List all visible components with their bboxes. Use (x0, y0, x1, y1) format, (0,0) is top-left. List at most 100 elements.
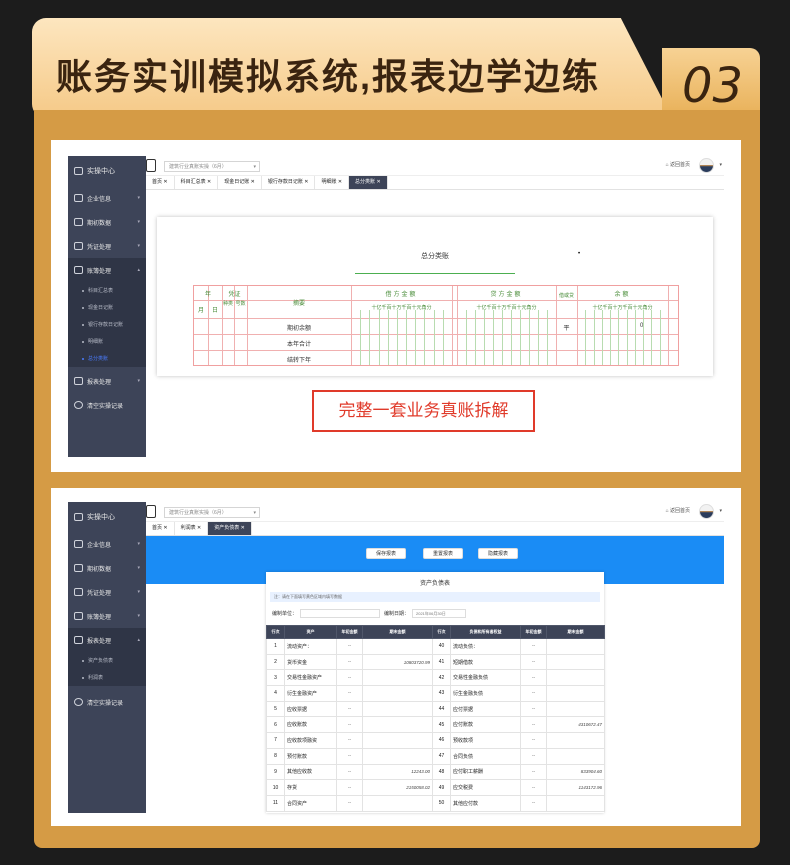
date-input[interactable]: 2021年06月30日 (412, 609, 466, 618)
sidebar-sub-item[interactable]: 现金日记账 (68, 299, 146, 316)
table-cell: -- (336, 669, 363, 687)
sidebar-sub-item[interactable]: 资产负债表 (68, 652, 146, 669)
table-cell[interactable] (362, 700, 433, 718)
sidebar-item-clear[interactable]: 清空实操记录 (68, 690, 146, 714)
table-cell: 应付票据 (450, 700, 521, 718)
table-cell: -- (520, 732, 547, 749)
ledger-direction-value: 平 (563, 326, 570, 332)
sidebar-title[interactable]: 实操中心 (68, 156, 146, 186)
sidebar-item-initial-data[interactable]: 期初数据 ▾ (68, 556, 146, 580)
table-cell[interactable]: 12243.00 (362, 763, 433, 781)
table-cell: -- (336, 653, 363, 671)
table-cell: 应收款项融资 (284, 732, 337, 749)
tab-home[interactable]: 首页 ✕ (146, 176, 175, 189)
sidebar-item-reports[interactable]: 报表处理 ▴ (68, 628, 146, 652)
tab-balance-sheet[interactable]: 资产负债表 ✕ (208, 522, 252, 535)
table-cell[interactable]: 10803720.99 (362, 653, 433, 671)
table-cell[interactable] (546, 794, 605, 812)
table-cell[interactable]: 1143172.96 (546, 779, 605, 796)
table-cell: -- (336, 700, 363, 718)
table-cell[interactable] (546, 653, 605, 671)
avatar[interactable] (699, 158, 714, 173)
sidebar-item-company[interactable]: 企业信息 ▾ (68, 186, 146, 210)
sidebar-sub-item[interactable]: 利润表 (68, 669, 146, 686)
sidebar-item-ledger[interactable]: 账簿处理 ▴ (68, 258, 146, 282)
ledger-debit-digits: 十亿千百十万千百十元角分 (371, 305, 432, 311)
ledger-row-carry-forward: 结转下年 (286, 358, 311, 364)
table-row: 3 交易性金融资产 -- 42 交易性金融负债 -- (266, 669, 605, 687)
table-cell[interactable] (362, 794, 433, 812)
table-cell[interactable] (546, 747, 605, 765)
building-icon (74, 194, 83, 202)
table-cell[interactable]: 833904.60 (546, 763, 605, 781)
table-cell[interactable] (546, 700, 605, 718)
table-row: 1 流动资产： -- 40 流动负债： -- (266, 638, 605, 655)
table-cell[interactable] (546, 638, 605, 655)
table-cell: 合同资产 (284, 794, 337, 812)
table-cell[interactable] (362, 669, 433, 687)
unit-input[interactable] (300, 609, 380, 618)
screenshot-panel-ledger: 实操中心 企业信息 ▾ 期初数据 ▾ 凭证处理 ▾ 账簿处理 ▴ 科目汇总表 现金日记账… (51, 140, 741, 472)
table-cell[interactable]: 2150058.02 (362, 779, 433, 796)
table-cell[interactable] (546, 732, 605, 749)
sidebar-title[interactable]: 实操中心 (68, 502, 146, 532)
balance-sheet: 资产负债表 注：请在下面填写黄色区域内填写数据 编制单位： 编制日期： 2021… (266, 572, 605, 813)
avatar[interactable] (699, 504, 714, 519)
chevron-down-icon[interactable]: ▾ (719, 508, 722, 514)
table-cell: -- (336, 763, 363, 781)
sidebar-item-clear[interactable]: 清空实操记录 (68, 393, 146, 417)
reset-report-button[interactable]: 重置报表 (423, 548, 463, 559)
table-row: 8 预付账款 -- 47 合同负债 -- (266, 747, 605, 765)
top-bar: 建筑行业真账实操（6月） ⌂ 返回首页 ▾ (146, 502, 724, 522)
table-cell[interactable] (546, 685, 605, 702)
company-select[interactable]: 建筑行业真账实操（6月） (164, 161, 260, 172)
banner-number: 03 (682, 58, 744, 114)
table-cell[interactable] (362, 716, 433, 734)
table-cell[interactable] (362, 747, 433, 765)
table-cell[interactable] (362, 638, 433, 655)
table-cell: -- (336, 794, 363, 812)
hide-report-button[interactable]: 隐藏报表 (478, 548, 518, 559)
tab-income-statement[interactable]: 利润表 ✕ (175, 522, 209, 535)
tab-general-ledger[interactable]: 总分类账 ✕ (349, 176, 388, 189)
unit-label: 编制单位： (272, 611, 298, 617)
sidebar-item-ledger[interactable]: 账簿处理 ▾ (68, 604, 146, 628)
check-square-icon (74, 167, 83, 175)
tab-bank-journal[interactable]: 银行存款日记账 ✕ (262, 176, 316, 189)
table-cell: 存货 (284, 779, 337, 796)
sidebar-item-initial-data[interactable]: 期初数据 ▾ (68, 210, 146, 234)
tab-detail-ledger[interactable]: 明细账 ✕ (315, 176, 350, 189)
chevron-down-icon[interactable]: ▾ (719, 162, 722, 168)
ledger-header-voucher: 凭证 (228, 292, 241, 298)
line-chart-icon (74, 377, 83, 385)
sidebar-item-company[interactable]: 企业信息 ▾ (68, 532, 146, 556)
tab-subject-summary[interactable]: 科目汇总表 ✕ (175, 176, 219, 189)
tab-home[interactable]: 首页 ✕ (146, 522, 175, 535)
table-cell[interactable] (362, 685, 433, 702)
sidebar-item-reports[interactable]: 报表处理 ▾ (68, 369, 146, 393)
table-cell[interactable]: 4310672.47 (546, 716, 605, 734)
sidebar-sub-item[interactable]: 科目汇总表 (68, 282, 146, 299)
company-select[interactable]: 建筑行业真账实操（6月） (164, 507, 260, 518)
table-cell: 其他应收款 (284, 763, 337, 781)
sidebar-sub-item-current[interactable]: 总分类账 (68, 350, 146, 367)
top-bar: 建筑行业真账实操（6月） ⌂ 返回首页 ▾ (146, 156, 724, 176)
menu-toggle-icon[interactable] (146, 505, 156, 518)
sidebar-item-voucher[interactable]: 凭证处理 ▾ (68, 234, 146, 258)
tab-cash-journal[interactable]: 现金日记账 ✕ (218, 176, 262, 189)
table-cell: 47 (432, 747, 451, 765)
menu-toggle-icon[interactable] (146, 159, 156, 172)
home-link[interactable]: ⌂ 返回首页 (666, 507, 690, 514)
sidebar-item-voucher[interactable]: 凭证处理 ▾ (68, 580, 146, 604)
table-row: 2 货币资金 -- 10803720.99 41 短期借款 -- (266, 653, 605, 671)
table-cell: -- (520, 794, 547, 812)
sidebar-sub-item[interactable]: 银行存款日记账 (68, 316, 146, 333)
home-link[interactable]: ⌂ 返回首页 (666, 161, 690, 168)
save-report-button[interactable]: 保存报表 (366, 548, 406, 559)
table-cell[interactable] (546, 669, 605, 687)
table-cell: 45 (432, 716, 451, 734)
table-cell: 7 (266, 732, 285, 749)
sheet-note: 注：请在下面填写黄色区域内填写数据 (270, 592, 600, 602)
sidebar-sub-item[interactable]: 明细账 (68, 333, 146, 350)
table-cell[interactable] (362, 732, 433, 749)
